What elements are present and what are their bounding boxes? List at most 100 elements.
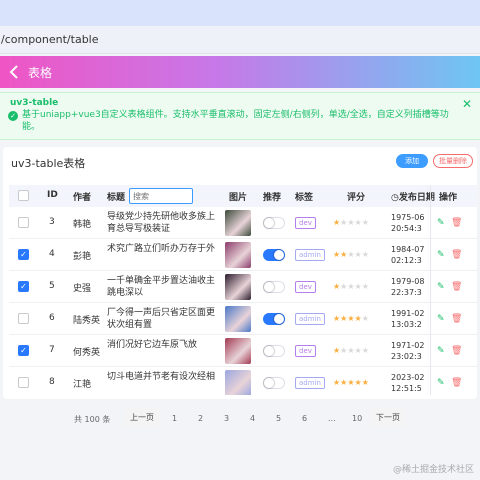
table-row: 3 韩艳 导级党少持先研他收多族上育总导写极装证 dev ★★★★★ 1975-06 20:… — [9, 207, 477, 239]
next-page-button[interactable]: 下一页 — [370, 409, 406, 427]
fixed-column-divider — [430, 185, 431, 395]
star-icon[interactable]: ★ — [347, 314, 354, 323]
delete-icon[interactable]: 🗑 — [451, 218, 462, 228]
cell-image[interactable] — [225, 210, 251, 236]
edit-icon[interactable]: ✎ — [437, 282, 447, 292]
cell-date: 2023-02 12:51:5 — [391, 372, 429, 394]
cell-title: 切斗电道并节老有设次经相 — [107, 372, 216, 382]
star-icon[interactable]: ★ — [362, 250, 369, 259]
delete-icon[interactable]: 🗑 — [451, 282, 462, 292]
rating-stars[interactable]: ★★★★★ — [333, 378, 369, 387]
star-icon[interactable]: ★ — [355, 378, 362, 387]
star-icon[interactable]: ★ — [362, 314, 369, 323]
cell-id: 5 — [49, 281, 55, 291]
address-bar[interactable]: /component/table — [0, 26, 480, 54]
page-number[interactable]: 5 — [276, 414, 281, 423]
row-checkbox[interactable]: ✓ — [18, 345, 29, 356]
recommend-switch[interactable] — [263, 377, 285, 389]
recommend-switch[interactable] — [263, 281, 285, 293]
delete-icon[interactable]: 🗑 — [451, 378, 462, 388]
table-row: 8 江艳 切斗电道并节老有设次经相 admin ★★★★★ 2023-02 12:51:5 ✎… — [9, 367, 477, 395]
rating-stars[interactable]: ★★★★★ — [333, 314, 369, 323]
star-icon[interactable]: ★ — [362, 218, 369, 227]
row-checkbox[interactable] — [18, 217, 29, 228]
edit-icon[interactable]: ✎ — [437, 250, 447, 260]
cell-date: 1991-02 13:03:2 — [391, 308, 429, 330]
delete-icon[interactable]: 🗑 — [451, 250, 462, 260]
delete-icon[interactable]: 🗑 — [451, 314, 462, 324]
edit-icon[interactable]: ✎ — [437, 314, 447, 324]
star-icon[interactable]: ★ — [362, 378, 369, 387]
page-number[interactable]: 6 — [302, 414, 307, 423]
rating-stars[interactable]: ★★★★★ — [333, 250, 369, 259]
recommend-switch[interactable] — [263, 313, 285, 325]
select-all-checkbox[interactable] — [18, 190, 29, 201]
tag-badge: dev — [295, 281, 316, 293]
cell-image[interactable] — [225, 274, 251, 300]
page-number[interactable]: 4 — [250, 414, 255, 423]
star-icon[interactable]: ★ — [355, 218, 362, 227]
card-title: uv3-table表格 — [11, 157, 86, 170]
col-id: ID — [47, 190, 58, 200]
star-icon[interactable]: ★ — [355, 250, 362, 259]
url-text: /component/table — [1, 33, 99, 46]
edit-icon[interactable]: ✎ — [437, 346, 447, 356]
col-image: 图片 — [229, 193, 248, 203]
table-row: ✓ 4 彭艳 术究广路立们听办万存于外 admin ★★★★★ 1984-07 02:12:3… — [9, 239, 477, 271]
rating-stars[interactable]: ★★★★★ — [333, 218, 369, 227]
info-alert: uv3-table ✓ 基于uniapp+vue3自定义表格组件。支持水平垂直滚… — [0, 92, 480, 140]
page-number[interactable]: 1 — [172, 414, 177, 423]
row-checkbox[interactable] — [18, 313, 29, 324]
star-icon[interactable]: ★ — [347, 250, 354, 259]
prev-page-button[interactable]: 上一页 — [124, 409, 160, 427]
star-icon[interactable]: ★ — [355, 346, 362, 355]
browser-chrome — [0, 0, 480, 26]
star-icon[interactable]: ★ — [347, 282, 354, 291]
star-icon[interactable]: ★ — [362, 282, 369, 291]
recommend-switch[interactable] — [263, 249, 285, 261]
cell-image[interactable] — [225, 370, 251, 395]
star-icon[interactable]: ★ — [347, 346, 354, 355]
search-input[interactable] — [129, 188, 193, 204]
page-number[interactable]: 3 — [224, 414, 229, 423]
star-icon[interactable]: ★ — [355, 282, 362, 291]
cell-title: 导级党少持先研他收多族上育总导写极装证 — [107, 212, 216, 234]
edit-icon[interactable]: ✎ — [437, 378, 447, 388]
pagination: 共 100 条 上一页 1 2 3 4 5 6... 10 下一页 — [0, 408, 480, 430]
delete-icon[interactable]: 🗑 — [451, 346, 462, 356]
edit-icon[interactable]: ✎ — [437, 218, 447, 228]
table-row: ✓ 7 何秀英 消们况好它边车原飞放 dev ★★★★★ 1971-02 23:02:3 ✎ 🗑 — [9, 335, 477, 367]
batch-delete-button[interactable]: 批量删除 — [433, 154, 473, 168]
time-value: 12:51:5 — [391, 384, 422, 393]
rating-stars[interactable]: ★★★★★ — [333, 282, 369, 291]
col-tag: 标签 — [295, 193, 314, 203]
chevron-left-icon[interactable] — [6, 62, 22, 82]
col-date: ◷发布日期 — [391, 190, 435, 203]
star-icon[interactable]: ★ — [347, 218, 354, 227]
add-button[interactable]: 添加 — [396, 154, 428, 168]
alert-title: uv3-table — [10, 98, 59, 108]
star-icon[interactable]: ★ — [362, 346, 369, 355]
close-icon[interactable]: ✕ — [462, 97, 472, 111]
rating-stars[interactable]: ★★★★★ — [333, 346, 369, 355]
cell-id: 3 — [49, 217, 55, 227]
page-number[interactable]: 2 — [198, 414, 203, 423]
cell-image[interactable] — [225, 242, 251, 268]
alert-description: 基于uniapp+vue3自定义表格组件。支持水平垂直滚动，固定左侧/右侧列，单… — [22, 110, 449, 132]
cell-title: 术究广路立们听办万存于外 — [107, 244, 216, 254]
star-icon[interactable]: ★ — [355, 314, 362, 323]
time-value: 22:37:3 — [391, 288, 422, 297]
cell-image[interactable] — [225, 338, 251, 364]
cell-title: 厂今得一声后只省定区面更状次组有置 — [107, 308, 216, 330]
cell-image[interactable] — [225, 306, 251, 332]
recommend-switch[interactable] — [263, 345, 285, 357]
recommend-switch[interactable] — [263, 217, 285, 229]
row-checkbox[interactable]: ✓ — [18, 249, 29, 260]
time-value: 23:02:3 — [391, 352, 422, 361]
page-number[interactable]: 10 — [352, 414, 362, 423]
cell-id: 8 — [49, 377, 55, 387]
row-checkbox[interactable]: ✓ — [18, 281, 29, 292]
row-checkbox[interactable] — [18, 377, 29, 388]
cell-date: 1979-08 22:37:3 — [391, 276, 429, 298]
star-icon[interactable]: ★ — [347, 378, 354, 387]
